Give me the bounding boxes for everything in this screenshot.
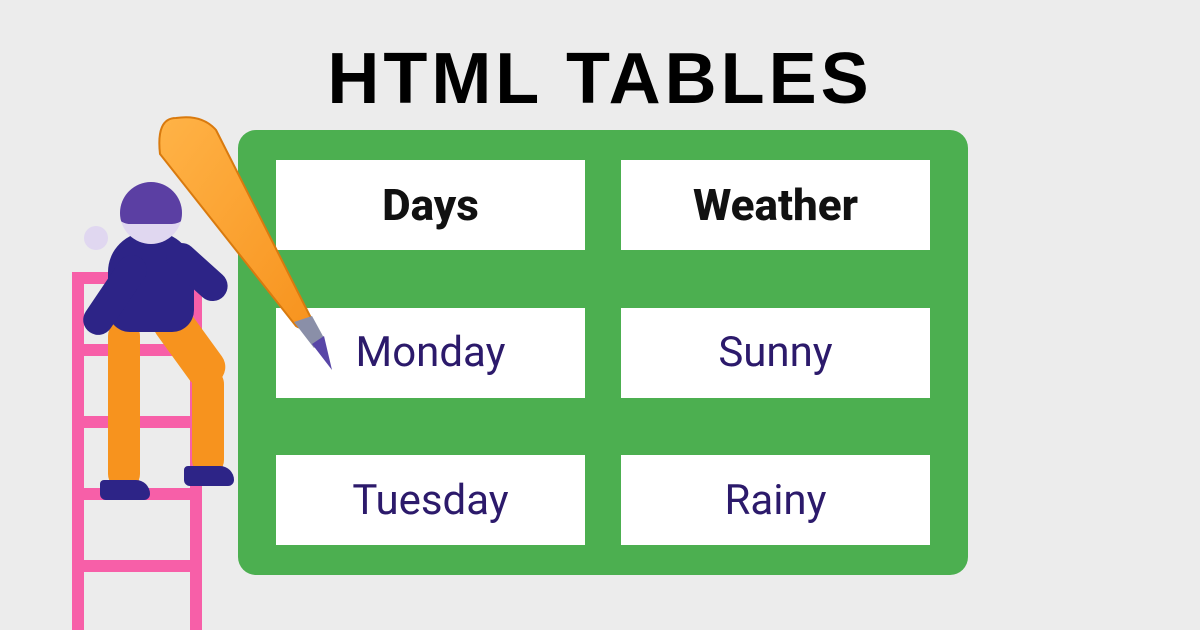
table-cell: Sunny [621,308,930,398]
table-cell: Rainy [621,455,930,545]
table-cell: Tuesday [276,455,585,545]
table-header-cell: Days [276,160,585,250]
table-cell: Monday [276,308,585,398]
table-header-row: Days Weather [276,160,930,250]
table-row: Monday Sunny [276,308,930,398]
page-title: HTML TABLES [0,38,1200,120]
example-table: Days Weather Monday Sunny Tuesday Rainy [238,130,968,575]
person-illustration [90,182,260,512]
table-row: Tuesday Rainy [276,455,930,545]
table-header-cell: Weather [621,160,930,250]
